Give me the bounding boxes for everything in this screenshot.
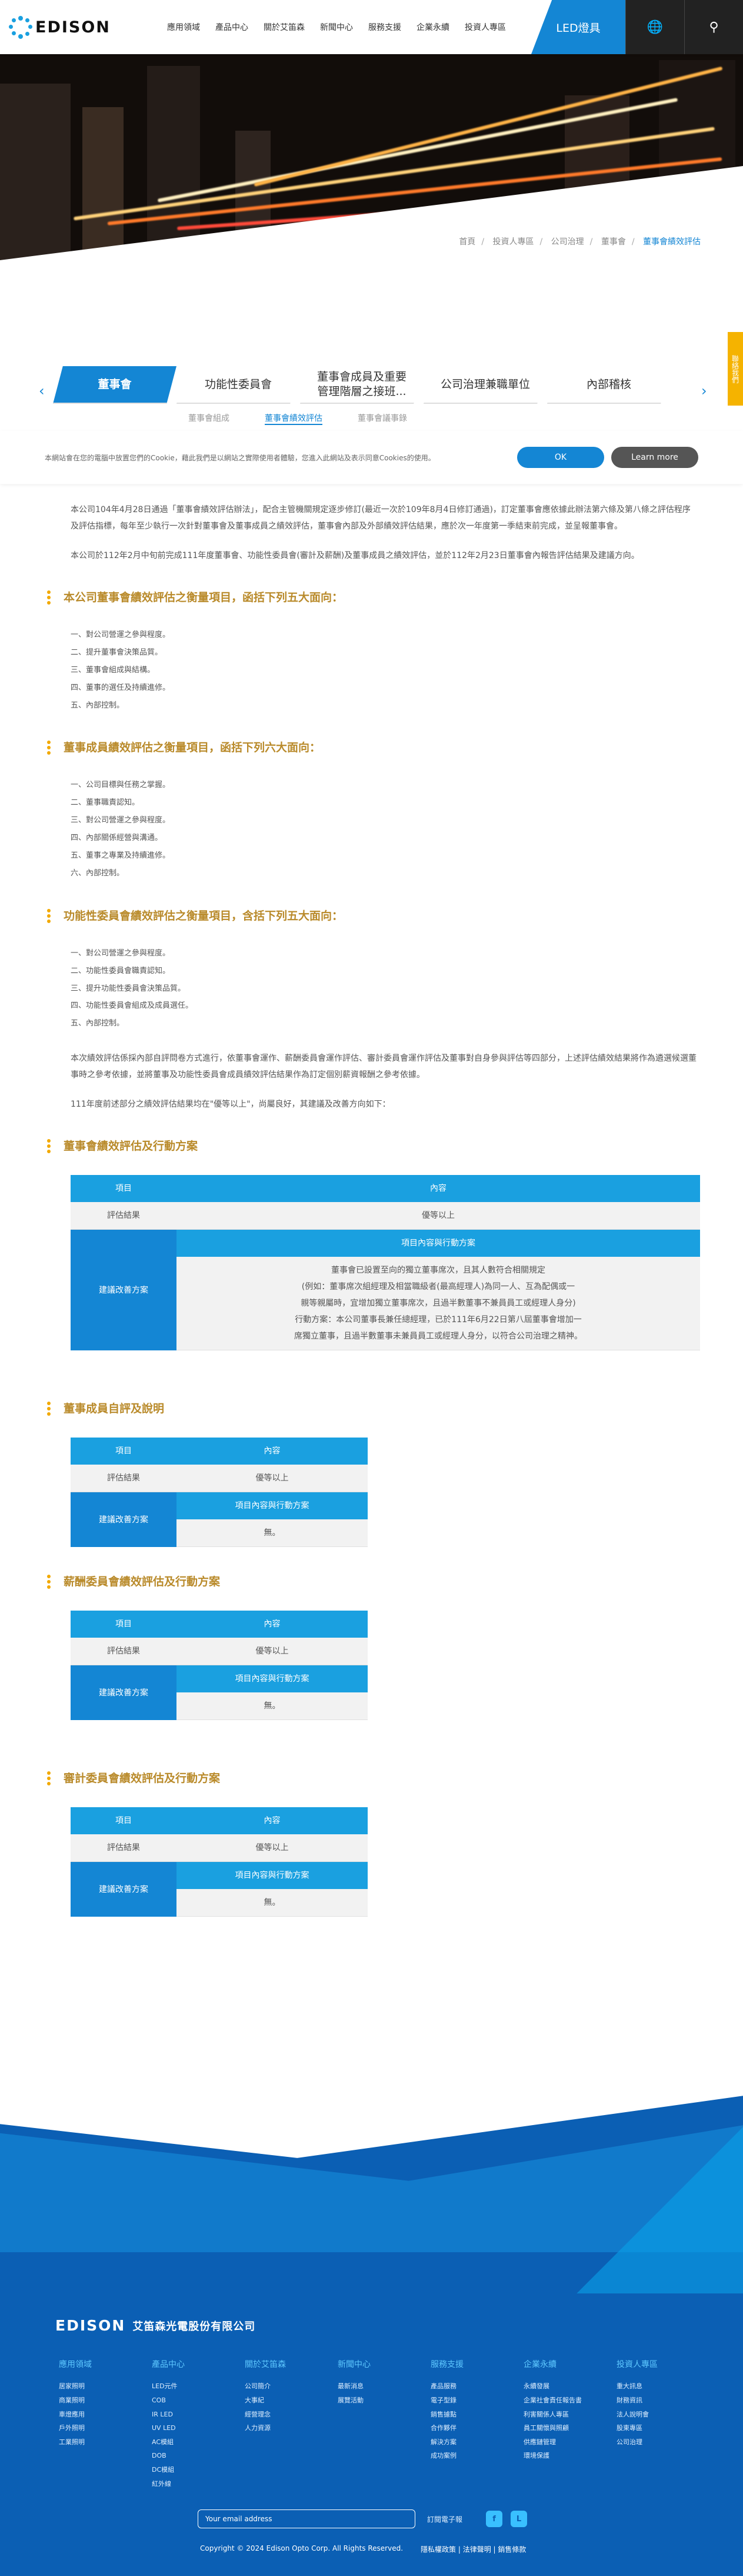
tab-board[interactable]: 董事會 [53,366,176,404]
result-paragraph: 111年度前述部分之績效評估結果均在"優等以上"，尚屬良好，其建議及改善方向如下… [71,1100,391,1110]
footer-col-sustainability: 企業永續 永續發展 企業社會責任報告書 利害關係人專區 員工關懷與照顧 供應鏈管理 環境保… [524,2360,582,2460]
audit-evaluation-table: 項目 內容 評估結果 優等以上 建議改善方案 項目內容與行動方案 無。 [71,1807,368,1917]
breadcrumb-current: 董事會績效評估 [643,237,701,247]
method-paragraph: 本次績效評估係採內部自評問卷方式進行，依董事會運作、薪酬委員會運作評估、審計委員… [71,1054,697,1080]
tabs-next-arrow-icon[interactable]: › [701,383,707,399]
bullet-dots-icon [47,590,51,605]
site-header: EDISON 應用領域 產品中心 關於艾笛森 新聞中心 服務支援 企業永續 投資… [0,0,743,54]
breadcrumb-governance[interactable]: 公司治理 [551,237,584,247]
breadcrumb-home[interactable]: 首頁 [459,237,475,247]
committee-criteria-list: 一、對公司營運之參與程度。 二、功能性委員會職責認知。 三、提升功能性委員會決策品質… [71,948,194,1028]
footer-logo-text: EDISON [55,2317,126,2335]
cookie-ok-button[interactable]: OK [517,447,604,468]
copyright-bar: Copyright © 2024 Edison Opto Corp. All R… [200,2544,526,2554]
copyright-text: Copyright © 2024 Edison Opto Corp. All R… [200,2544,404,2553]
intro-paragraph: 本公司104年4月28日通過「董事會績效評估辦法」，配合主管機關規定逐步修訂(最… [71,505,691,531]
tab-governance-unit[interactable]: 公司治理兼職單位 [424,366,547,404]
footer-col-investors: 投資人專區 重大訊息 財務資訊 法人說明會 股東專區 公司治理 [617,2360,658,2446]
tab-internal-audit[interactable]: 內部稽核 [547,366,671,404]
board-evaluation-table: 項目 內容 評估結果 優等以上 建議改善方案 項目內容與行動方案 董事會已設置至… [71,1175,700,1351]
subtab-composition[interactable]: 董事會組成 [188,412,229,425]
tab-committees[interactable]: 功能性委員會 [176,366,300,404]
table-cell: 優等以上 [176,1202,700,1230]
subtab-evaluation[interactable]: 董事會績效評估 [265,412,322,425]
tab-succession[interactable]: 董事會成員及重要管理階層之接班... [300,366,424,404]
member-criteria-list: 一、公司目標與任務之掌握。 二、董事職責認知。 三、對公司營運之參與程度。 四、內部關… [71,781,171,878]
facebook-icon[interactable]: f [486,2511,503,2528]
section-heading: 本公司董事會績效評估之衡量項目，函括下列五大面向： [47,586,698,609]
bullet-dots-icon [47,1402,51,1416]
line-icon[interactable]: L [511,2511,528,2528]
subtab-minutes[interactable]: 董事會議事錄 [358,412,407,425]
section-tabs: ‹ 董事會 功能性委員會 董事會成員及重要管理階層之接班... 公司治理兼職單位… [0,348,743,431]
subtabs: 董事會組成 董事會績效評估 董事會議事錄 [188,412,407,425]
main-content: 本公司104年4月28日通過「董事會績效評估辦法」，配合主管機關規定逐步修訂(最… [0,484,743,1917]
email-input[interactable]: Your email address [198,2509,415,2529]
table-cell: 評估結果 [71,1202,176,1230]
footer-col-about: 關於艾笛森 公司簡介 大事紀 經營理念 人力資源 [245,2360,286,2432]
table-subheader: 項目內容與行動方案 [176,1229,700,1257]
led-lighting-button[interactable]: LED燈具 [531,0,625,54]
newsletter: Your email address 訂閱電子報 f L [198,2509,528,2529]
footer-col-applications: 應用領域 居家照明 商業照明 車燈應用 戶外照明 工業照明 [59,2360,92,2446]
globe-icon[interactable]: 🌐 [625,0,684,54]
company-name: 艾笛森光電股份有限公司 [132,2320,256,2333]
subscribe-button[interactable]: 訂閱電子報 [427,2514,462,2524]
footer-links: 應用領域 居家照明 商業照明 車燈應用 戶外照明 工業照明 產品中心 LED元件 COB I… [59,2358,709,2491]
bullet-dots-icon [47,908,51,923]
cookie-learn-more-button[interactable]: Learn more [611,447,698,468]
logo-text: EDISON [35,18,111,36]
site-logo[interactable]: EDISON [8,15,144,39]
nav-products[interactable]: 產品中心 [215,21,248,33]
cookie-text: 本網站會在您的電腦中放置您們的Cookie，藉此我們是以網站之實際使用者體驗，您… [45,453,435,462]
logo-dots-icon [8,15,33,39]
table-header: 內容 [176,1175,700,1203]
breadcrumb-board[interactable]: 董事會 [601,237,626,247]
section-heading: 功能性委員會績效評估之衡量項目，含括下列五大面向： [47,905,698,927]
nav-support[interactable]: 服務支援 [368,21,401,33]
nav-applications[interactable]: 應用領域 [167,21,200,33]
legal-links[interactable]: 隱私權政策 | 法律聲明 | 銷售條款 [421,2544,526,2554]
breadcrumb: 首頁 / 投資人專區 / 公司治理 / 董事會 / 董事會績效評估 [459,237,701,247]
footer-logo[interactable]: EDISON 艾笛森光電股份有限公司 [53,2317,255,2334]
header-icon-bar: 🌐 ⚲ [625,0,743,54]
section-heading: 董事成員自評及說明 [47,1397,698,1420]
nav-news[interactable]: 新聞中心 [320,21,353,33]
footer-col-news: 新聞中心 最新消息 展覽活動 [338,2360,371,2404]
nav-about[interactable]: 關於艾笛森 [264,21,305,33]
action-plan-cell: 董事會已設置至向的獨立董事席次，且其人數符合相關規定 (例如：董事席次組經理及相… [176,1257,700,1351]
hero-banner [0,54,743,260]
member-evaluation-table: 項目 內容 評估結果 優等以上 建議改善方案 項目內容與行動方案 無。 [71,1438,368,1548]
tabs-prev-arrow-icon[interactable]: ‹ [39,383,45,399]
board-criteria-list: 一、對公司營運之參與程度。 二、提升董事會決策品質。 三、董事會組成與結構。 四、董事… [71,630,171,710]
section-heading: 董事成員績效評估之衡量項目，函括下列六大面向： [47,736,698,759]
nav-investors[interactable]: 投資人專區 [465,21,506,33]
remuneration-evaluation-table: 項目 內容 評估結果 優等以上 建議改善方案 項目內容與行動方案 無。 [71,1611,368,1721]
section-heading: 董事會績效評估及行動方案 [47,1135,698,1157]
main-nav: 應用領域 產品中心 關於艾笛森 新聞中心 服務支援 企業永續 投資人專區 [167,21,506,33]
cookie-banner: 本網站會在您的電腦中放置您們的Cookie，藉此我們是以網站之實際使用者體驗，您… [0,431,743,484]
bullet-dots-icon [47,1771,51,1786]
footer-col-products: 產品中心 LED元件 COB IR LED UV LED AC模組 DOB DC模組 紅外線 [152,2360,185,2488]
search-icon[interactable]: ⚲ [684,0,743,54]
footer-col-support: 服務支援 產品服務 電子型錄 銷售據點 合作夥伴 解決方案 成功案例 [431,2360,464,2460]
section-heading: 薪酬委員會績效評估及行動方案 [47,1571,698,1593]
nav-sustainability[interactable]: 企業永續 [417,21,449,33]
bullet-dots-icon [47,1575,51,1589]
breadcrumb-investors[interactable]: 投資人專區 [492,237,534,247]
site-footer: EDISON 艾笛森光電股份有限公司 應用領域 居家照明 商業照明 車燈應用 戶外照明… [0,2093,743,2576]
section-heading: 審計委員會績效評估及行動方案 [47,1767,698,1790]
intro-paragraph: 本公司於112年2月中旬前完成111年度董事會、功能性委員會(審計及薪酬)及董事… [71,551,639,560]
bullet-dots-icon [47,741,51,755]
table-header: 項目 [71,1175,176,1203]
bullet-dots-icon [47,1139,51,1154]
table-cell: 建議改善方案 [71,1229,176,1350]
